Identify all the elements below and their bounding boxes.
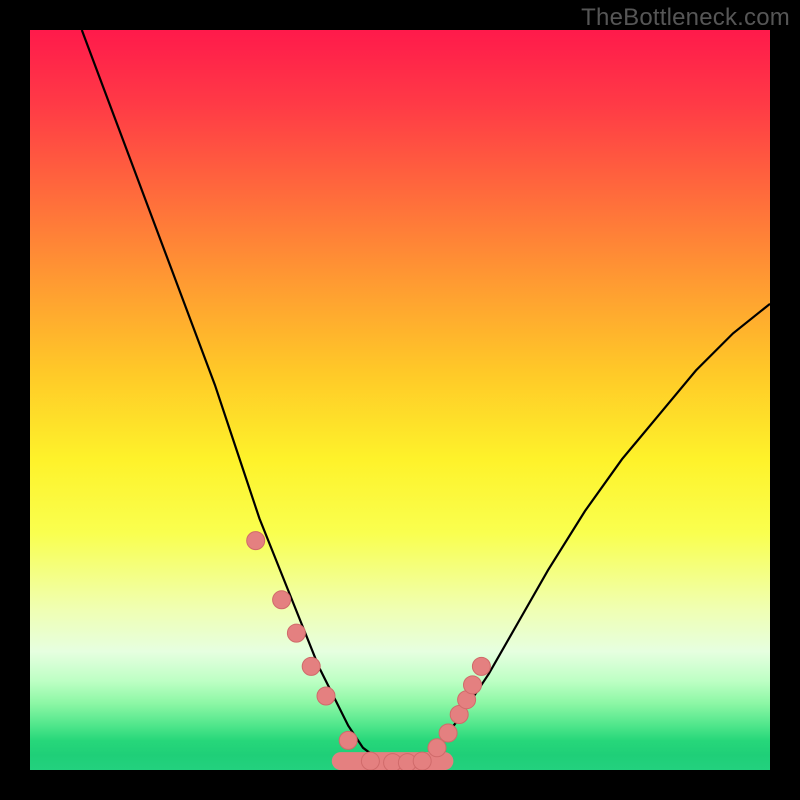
marker-group (247, 532, 491, 770)
marker-dot (464, 676, 482, 694)
chart-frame: TheBottleneck.com (0, 0, 800, 800)
marker-dot (428, 739, 446, 757)
marker-dot (247, 532, 265, 550)
watermark-text: TheBottleneck.com (581, 4, 790, 32)
marker-dot (302, 657, 320, 675)
marker-dot (339, 731, 357, 749)
marker-dot (287, 624, 305, 642)
marker-dot (413, 752, 431, 770)
marker-dot (361, 752, 379, 770)
marker-dot (472, 657, 490, 675)
marker-dot (273, 591, 291, 609)
curve-svg (30, 30, 770, 770)
marker-dot (317, 687, 335, 705)
marker-dot (439, 724, 457, 742)
bottleneck-curve (82, 30, 770, 763)
plot-area (30, 30, 770, 770)
